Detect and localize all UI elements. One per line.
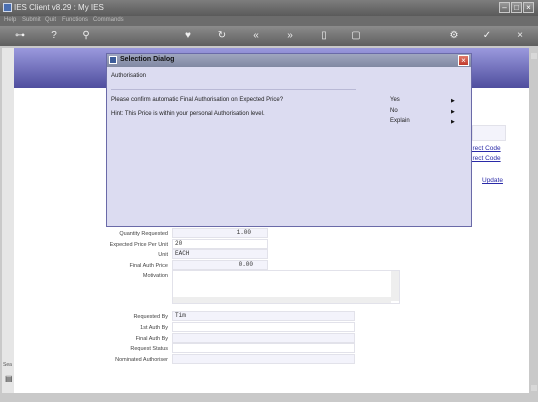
motivation-label: Motivation [142, 273, 168, 279]
final-auth-by-label: Final Auth By [135, 336, 168, 342]
option-yes-arrow-icon: ▶ [451, 98, 455, 104]
motivation-v-scrollbar[interactable] [391, 271, 399, 301]
dialog-title: Selection Dialog [120, 56, 175, 63]
menu-help[interactable]: Help [4, 17, 16, 23]
final-auth-price-field[interactable]: 0.00 [172, 260, 268, 270]
left-strip-icon[interactable]: ▤ [5, 374, 13, 383]
final-auth-price-label: Final Auth Price [129, 263, 168, 269]
selection-dialog: Selection Dialog × Authorisation Please … [106, 53, 472, 227]
dialog-subtitle: Authorisation [111, 73, 147, 79]
menu-bar: Help Submit Quit Functions Commands [0, 16, 538, 26]
search-icon[interactable]: ⚲ [80, 30, 92, 42]
settings-icon[interactable]: ⚙ [448, 30, 460, 42]
quantity-label: Quantity Requested [119, 231, 168, 237]
right-field[interactable] [472, 125, 506, 141]
page-icon[interactable]: ▢ [350, 30, 362, 42]
dialog-hint: Hint: This Price is within your personal… [111, 111, 265, 117]
final-auth-by-field[interactable] [172, 333, 355, 343]
help-icon[interactable]: ? [48, 30, 60, 42]
heart-icon[interactable]: ♥ [182, 30, 194, 42]
window-title: IES Client v8.29 : My IES [14, 3, 104, 12]
unit-label: Unit [158, 252, 168, 258]
requested-by-field[interactable]: Tim [172, 311, 355, 321]
expected-price-label: Expected Price Per Unit [109, 242, 168, 248]
unit-field[interactable]: EACH [172, 249, 268, 259]
left-strip-label: Sea [3, 362, 12, 368]
menu-commands[interactable]: Commands [93, 17, 124, 23]
app-icon [3, 3, 12, 12]
dialog-titlebar: Selection Dialog × [107, 54, 471, 67]
direct-code-link-2[interactable]: irect Code [471, 155, 501, 162]
window-titlebar: IES Client v8.29 : My IES – □ × [0, 0, 538, 16]
nominated-authoriser-field[interactable] [172, 354, 355, 364]
option-explain[interactable]: Explain [390, 118, 410, 124]
option-no-arrow-icon: ▶ [451, 109, 455, 115]
dialog-app-icon [109, 56, 117, 64]
close-window-button[interactable]: × [523, 2, 534, 13]
menu-submit[interactable]: Submit [22, 17, 41, 23]
forward-icon[interactable]: » [284, 30, 296, 42]
nominated-authoriser-label: Nominated Authoriser [115, 357, 168, 363]
request-status-field[interactable] [172, 343, 355, 353]
direct-code-link-1[interactable]: irect Code [471, 145, 501, 152]
option-yes[interactable]: Yes [390, 97, 400, 103]
first-auth-by-field[interactable] [172, 322, 355, 332]
motivation-textarea[interactable] [172, 270, 400, 304]
requested-by-label: Requested By [133, 314, 168, 320]
rewind-icon[interactable]: « [250, 30, 262, 42]
menu-functions[interactable]: Functions [62, 17, 88, 23]
first-auth-by-label: 1st Auth By [140, 325, 168, 331]
close-icon[interactable]: × [514, 30, 526, 42]
option-no[interactable]: No [390, 108, 398, 114]
update-link[interactable]: Update [482, 177, 503, 184]
refresh-icon[interactable]: ↻ [216, 30, 228, 42]
dialog-message: Please confirm automatic Final Authorisa… [111, 97, 284, 103]
stop-icon[interactable]: ▯ [318, 30, 330, 42]
option-explain-arrow-icon: ▶ [451, 119, 455, 125]
menu-quit[interactable]: Quit [45, 17, 56, 23]
confirm-icon[interactable]: ✓ [481, 30, 493, 42]
minimize-button[interactable]: – [499, 2, 510, 13]
side-down-button[interactable] [531, 385, 537, 391]
side-up-button[interactable] [531, 53, 537, 59]
key-icon[interactable]: ⊶ [10, 30, 30, 42]
left-strip: Sea ▤ [2, 48, 14, 393]
maximize-button[interactable]: □ [511, 2, 522, 13]
motivation-h-scrollbar[interactable] [173, 297, 391, 303]
dialog-close-button[interactable]: × [458, 55, 469, 66]
quantity-field[interactable]: 1.00 [172, 228, 268, 238]
dialog-divider [111, 89, 356, 90]
expected-price-field[interactable]: 20 [172, 239, 268, 249]
toolbar: ⊶ ? ⚲ ♥ ↻ « » ▯ ▢ ⚙ ✓ × [0, 26, 538, 46]
request-status-label: Request Status [130, 346, 168, 352]
